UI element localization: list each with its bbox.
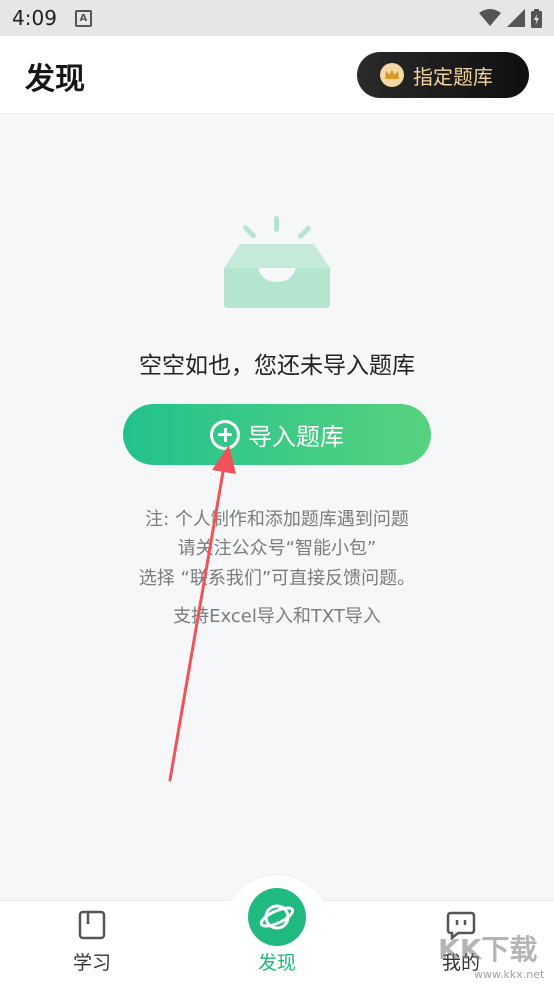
watermark: KK下载 xyxy=(438,933,538,966)
tab-study-label: 学习 xyxy=(72,952,111,974)
notification-icon: A xyxy=(74,9,92,27)
page-title: 发现 xyxy=(25,62,85,97)
import-bank-label: 导入题库 xyxy=(248,423,344,451)
wifi-icon xyxy=(479,9,501,26)
book-icon xyxy=(78,910,106,940)
assign-bank-button[interactable]: 指定题库 xyxy=(357,52,529,98)
note-line-2: 请关注公众号“智能小包” xyxy=(177,538,377,559)
status-icons xyxy=(479,0,542,36)
empty-inbox-icon xyxy=(224,216,330,308)
assign-bank-label: 指定题库 xyxy=(413,64,493,89)
planet-icon xyxy=(248,888,306,946)
plus-circle-icon xyxy=(210,419,240,450)
battery-icon xyxy=(531,8,542,28)
empty-message: 空空如也，您还未导入题库 xyxy=(139,353,415,379)
note-line-1: 注: 个人制作和添加题库遇到问题 xyxy=(145,509,409,530)
signal-icon xyxy=(507,9,525,27)
status-time: 4:09 xyxy=(12,6,57,30)
tab-discover-label: 发现 xyxy=(257,952,296,974)
annotation-arrow xyxy=(168,445,236,782)
watermark-url: www.kkx.net xyxy=(474,968,545,981)
crown-icon xyxy=(380,63,404,87)
status-bar: 4:09 A xyxy=(0,0,554,36)
tab-study[interactable]: 学习 xyxy=(52,910,132,975)
note-line-3: 选择 “联系我们”可直接反馈问题。 xyxy=(138,568,416,589)
import-bank-button[interactable]: 导入题库 xyxy=(123,404,431,465)
header: 发现 指定题库 xyxy=(0,36,554,114)
tab-discover[interactable]: 发现 xyxy=(237,888,317,975)
note-line-4: 支持Excel导入和TXT导入 xyxy=(173,606,381,627)
